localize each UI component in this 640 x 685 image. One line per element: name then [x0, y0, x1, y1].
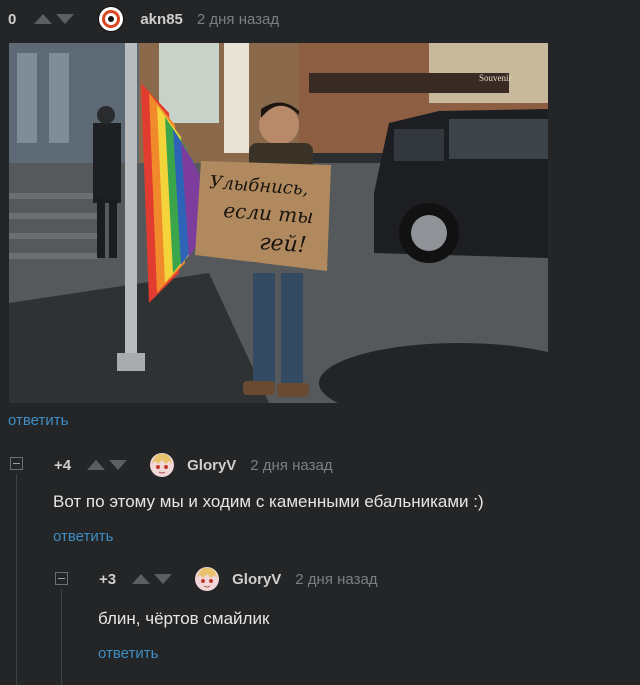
comment-1-reply-link[interactable]: ответить [53, 528, 113, 545]
comment-1-text: Вот по этому мы и ходим с каменными ебал… [53, 492, 484, 511]
downvote-icon[interactable] [56, 14, 75, 24]
comment-2-thread-line [61, 589, 62, 685]
comment-2-downvote-icon[interactable] [154, 574, 173, 584]
comment-2-score: +3 [99, 570, 117, 588]
comment-1-collapse-button[interactable] [10, 457, 23, 470]
comment-2-text: блин, чёртов смайлик [98, 609, 270, 628]
comment-2-time: 2 дня назад [295, 570, 378, 588]
comment-2-upvote-icon[interactable] [132, 574, 151, 584]
anime-avatar-icon [195, 567, 220, 591]
post-author-name[interactable]: akn85 [140, 11, 183, 28]
sign-line-3: гей! [259, 230, 308, 258]
upvote-icon[interactable] [34, 14, 53, 24]
comment-2-header: +3 GloryV 2 дня назад [99, 566, 378, 592]
comment-1-score: +4 [54, 456, 72, 474]
comment-1-downvote-icon[interactable] [109, 460, 128, 470]
comment-1-avatar[interactable] [149, 452, 175, 478]
post-author-avatar[interactable] [98, 6, 125, 32]
post-header: 0 akn85 2 дня назад [8, 6, 280, 32]
post-time: 2 дня назад [196, 10, 280, 28]
comment-1-author-name[interactable]: GloryV [187, 457, 236, 474]
shop-sign-text: Souvenir [479, 73, 512, 83]
comment-2-avatar[interactable] [194, 566, 220, 592]
post-image[interactable]: Souvenir Улыбнись, если ты гей! [9, 43, 548, 403]
comment-1-time: 2 дня назад [250, 456, 333, 474]
anime-avatar-icon [150, 453, 175, 477]
comment-1-thread-line [16, 474, 17, 685]
comment-2-collapse-button[interactable] [55, 572, 68, 585]
comment-2-author-name[interactable]: GloryV [232, 571, 281, 588]
post-reply-link[interactable]: ответить [8, 412, 68, 429]
car-image [374, 109, 548, 263]
comment-1-header: +4 GloryV 2 дня назад [54, 452, 333, 478]
post-score: 0 [8, 10, 17, 28]
comment-1-upvote-icon[interactable] [87, 460, 106, 470]
avatar-target-icon [99, 7, 124, 31]
street-photo: Souvenir Улыбнись, если ты гей! [9, 43, 548, 403]
comment-2-reply-link[interactable]: ответить [98, 645, 158, 662]
